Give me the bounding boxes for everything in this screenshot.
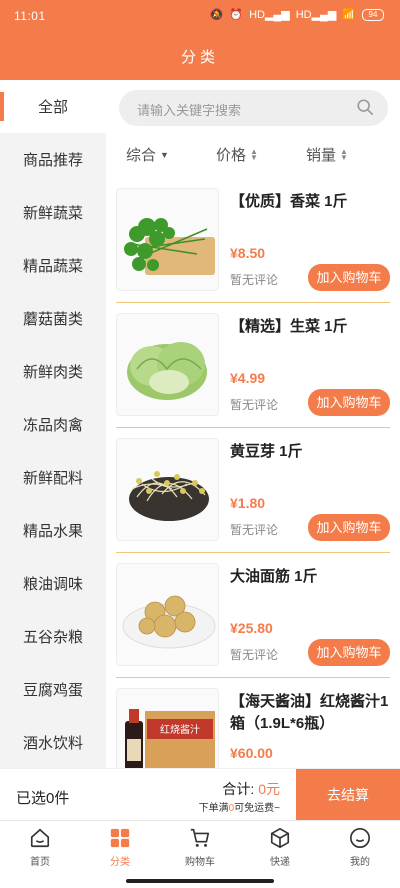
alarm-icon: ⏰ — [229, 9, 244, 21]
product-card[interactable]: 黄豆芽 1斤 ¥1.80 暂无评论 加入购物车 — [116, 438, 390, 553]
page: 11:01 🔕 ⏰ HD▂▄▆ HD▂▄▆ 📶 94 分类 全部 商品推荐 新鲜… — [0, 0, 400, 888]
tab-home[interactable]: 首页 — [10, 827, 70, 868]
header: 11:01 🔕 ⏰ HD▂▄▆ HD▂▄▆ 📶 94 分类 — [0, 0, 400, 80]
sidebar-item-oil-condiments[interactable]: 粮油调味 — [0, 557, 106, 610]
mute-icon: 🔕 — [209, 9, 224, 21]
selected-count: 已选0件 — [16, 790, 70, 807]
free-shipping-note: 下单满0可免运费~ — [198, 803, 280, 814]
status-icons: 🔕 ⏰ HD▂▄▆ HD▂▄▆ 📶 94 — [210, 8, 384, 21]
product-image-gluten-balls[interactable] — [116, 563, 219, 666]
product-panel: 请输入关键字搜索 综合 ▼ 价格 ▲ ▼ 销量 ▲ ▼ 【优质】香菜 1斤 ¥8… — [106, 80, 400, 768]
add-to-cart-button[interactable]: 加入购物车 — [308, 639, 390, 666]
product-image-braised-sauce[interactable]: 红烧酱汁 — [116, 688, 219, 768]
page-title: 分类 — [180, 49, 219, 66]
signal-icon-1: HD▂▄▆ — [249, 9, 290, 21]
sidebar-item-drinks[interactable]: 酒水饮料 — [0, 716, 106, 768]
checkout-button[interactable]: 去结算 — [296, 769, 400, 821]
sort-arrows-icon: ▲ ▼ — [340, 146, 348, 162]
search-placeholder: 请输入关键字搜索 — [137, 103, 242, 118]
profile-icon — [350, 828, 370, 848]
product-image-coriander[interactable] — [116, 188, 219, 291]
total-price: 合计: 0元 — [222, 781, 280, 797]
home-indicator[interactable] — [126, 879, 274, 883]
sidebar-item-frozen-meat[interactable]: 冻品肉禽 — [0, 398, 106, 451]
wifi-icon: 📶 — [342, 9, 356, 21]
category-icon — [110, 828, 130, 848]
sidebar-item-premium-vegetables[interactable]: 精品蔬菜 — [0, 239, 106, 292]
add-to-cart-button[interactable]: 加入购物车 — [308, 514, 390, 541]
total-amount: 0元 — [258, 781, 280, 797]
sidebar-item-grains[interactable]: 五谷杂粮 — [0, 610, 106, 663]
product-name[interactable]: 【海天酱油】红烧酱汁1箱（1.9L*6瓶） — [230, 691, 392, 735]
product-card[interactable]: 【优质】香菜 1斤 ¥8.50 暂无评论 加入购物车 — [116, 188, 390, 303]
caret-down-icon: ▼ — [160, 149, 169, 160]
product-review: 暂无评论 — [230, 273, 279, 287]
product-image-bean-sprouts[interactable] — [116, 438, 219, 541]
cart-icon — [190, 828, 210, 847]
product-card[interactable]: 红烧酱汁 【海天酱油】红烧酱汁1箱（1.9L*6瓶） ¥60.00 — [116, 688, 390, 768]
tab-bar: 首页 分类 购物车 快递 我的 — [0, 820, 400, 888]
product-card[interactable]: 大油面筋 1斤 ¥25.80 暂无评论 加入购物车 — [116, 563, 390, 678]
home-icon — [30, 828, 50, 848]
status-bar: 11:01 🔕 ⏰ HD▂▄▆ HD▂▄▆ 📶 94 — [0, 0, 400, 34]
sort-price[interactable]: 价格 ▲ ▼ — [216, 144, 258, 165]
product-review: 暂无评论 — [230, 523, 279, 537]
product-review: 暂无评论 — [230, 398, 279, 412]
product-name[interactable]: 大油面筋 1斤 — [230, 566, 392, 588]
status-time: 11:01 — [14, 9, 46, 23]
product-price: ¥60.00 — [230, 745, 273, 761]
sidebar-item-recommended[interactable]: 商品推荐 — [0, 133, 106, 186]
sort-bar: 综合 ▼ 价格 ▲ ▼ 销量 ▲ ▼ — [106, 140, 400, 168]
sidebar-item-fresh-meat[interactable]: 新鲜肉类 — [0, 345, 106, 398]
sidebar-item-fresh-seasoning[interactable]: 新鲜配料 — [0, 451, 106, 504]
product-review: 暂无评论 — [230, 648, 279, 662]
sidebar-item-fruits[interactable]: 精品水果 — [0, 504, 106, 557]
product-price: ¥1.80 — [230, 495, 266, 511]
product-card[interactable]: 【精选】生菜 1斤 ¥4.99 暂无评论 加入购物车 — [116, 313, 390, 428]
sidebar-item-fresh-vegetables[interactable]: 新鲜蔬菜 — [0, 186, 106, 239]
sidebar-item-mushrooms[interactable]: 蘑菇菌类 — [0, 292, 106, 345]
add-to-cart-button[interactable]: 加入购物车 — [308, 264, 390, 291]
sidebar-item-tofu-eggs[interactable]: 豆腐鸡蛋 — [0, 663, 106, 716]
product-price: ¥4.99 — [230, 370, 266, 386]
battery-icon: 94 — [362, 8, 384, 21]
tab-category[interactable]: 分类 — [90, 827, 150, 868]
search-input[interactable]: 请输入关键字搜索 — [119, 90, 388, 126]
tab-express[interactable]: 快递 — [250, 827, 310, 868]
product-name[interactable]: 黄豆芽 1斤 — [230, 441, 392, 463]
checkout-bar: 已选0件 合计: 0元 下单满0可免运费~ 去结算 — [0, 768, 400, 821]
search-icon[interactable] — [356, 98, 374, 116]
category-sidebar: 全部 商品推荐 新鲜蔬菜 精品蔬菜 蘑菇菌类 新鲜肉类 冻品肉禽 新鲜配料 精品… — [0, 80, 106, 768]
product-image-lettuce[interactable] — [116, 313, 219, 416]
product-price: ¥8.50 — [230, 245, 266, 261]
tab-profile[interactable]: 我的 — [330, 827, 390, 868]
sort-sales[interactable]: 销量 ▲ ▼ — [306, 144, 348, 165]
signal-icon-2: HD▂▄▆ — [295, 9, 337, 21]
sort-comprehensive[interactable]: 综合 ▼ — [126, 144, 169, 165]
sort-arrows-icon: ▲ ▼ — [250, 146, 258, 162]
product-price: ¥25.80 — [230, 620, 273, 636]
product-name[interactable]: 【优质】香菜 1斤 — [230, 191, 392, 213]
package-label: 红烧酱汁 — [160, 723, 200, 736]
box-icon — [270, 828, 290, 848]
tab-cart[interactable]: 购物车 — [170, 827, 230, 868]
product-name[interactable]: 【精选】生菜 1斤 — [230, 316, 392, 338]
sidebar-item-all[interactable]: 全部 — [0, 80, 106, 133]
add-to-cart-button[interactable]: 加入购物车 — [308, 389, 390, 416]
